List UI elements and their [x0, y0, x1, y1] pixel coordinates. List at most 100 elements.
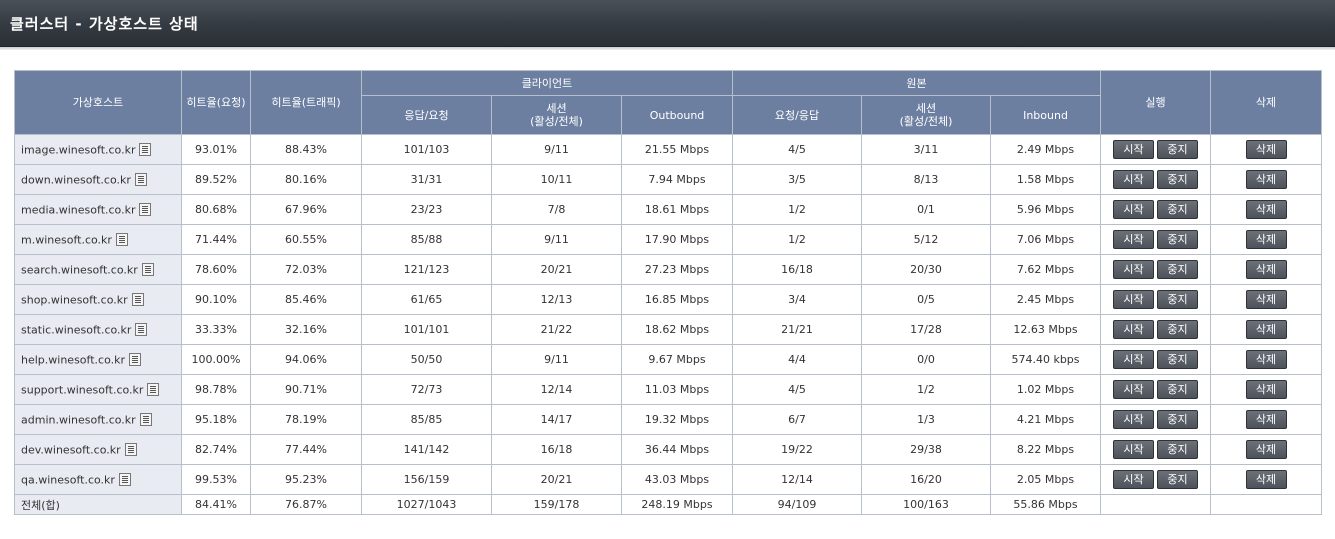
start-button[interactable]: 시작	[1113, 140, 1155, 159]
delete-button[interactable]: 삭제	[1245, 410, 1287, 429]
hit-traffic-cell: 80.16%	[250, 164, 362, 195]
list-icon[interactable]	[115, 233, 128, 247]
start-button[interactable]: 시작	[1113, 320, 1155, 339]
delete-button[interactable]: 삭제	[1245, 140, 1287, 159]
list-icon[interactable]	[141, 263, 154, 277]
hit-traffic-cell: 77.44%	[250, 434, 362, 465]
client-response-cell: 31/31	[361, 164, 492, 195]
total-client-response: 1027/1043	[361, 494, 492, 515]
start-button[interactable]: 시작	[1113, 200, 1155, 219]
delete-button[interactable]: 삭제	[1245, 440, 1287, 459]
start-button[interactable]: 시작	[1113, 230, 1155, 249]
title-divider	[0, 47, 1335, 50]
run-cell: 시작 중지	[1100, 374, 1212, 405]
inbound-cell: 2.49 Mbps	[989, 134, 1102, 165]
stop-button[interactable]: 중지	[1157, 410, 1199, 429]
hit-request-cell: 99.53%	[181, 464, 251, 495]
host-cell: static.winesoft.co.kr	[14, 314, 182, 345]
total-label: 전체(합)	[14, 494, 182, 515]
client-session-cell: 9/11	[491, 134, 622, 165]
stop-button[interactable]: 중지	[1157, 290, 1199, 309]
origin-request-cell: 4/5	[732, 134, 862, 165]
delete-button[interactable]: 삭제	[1245, 350, 1287, 369]
hit-traffic-cell: 95.23%	[250, 464, 362, 495]
total-origin-session: 100/163	[861, 494, 991, 515]
start-button[interactable]: 시작	[1113, 350, 1155, 369]
col-client-session: 세션 (활성/전체)	[491, 95, 622, 135]
start-button[interactable]: 시작	[1113, 290, 1155, 309]
list-icon[interactable]	[139, 203, 152, 217]
run-cell: 시작 중지	[1100, 224, 1212, 255]
inbound-cell: 8.22 Mbps	[989, 434, 1102, 465]
delete-button[interactable]: 삭제	[1245, 320, 1287, 339]
inbound-cell: 1.58 Mbps	[989, 164, 1102, 195]
list-icon[interactable]	[134, 173, 147, 187]
client-session-cell: 20/21	[491, 254, 622, 285]
list-icon[interactable]	[139, 143, 152, 157]
client-response-cell: 156/159	[361, 464, 492, 495]
delete-button[interactable]: 삭제	[1245, 380, 1287, 399]
hit-request-cell: 98.78%	[181, 374, 251, 405]
start-button[interactable]: 시작	[1113, 440, 1155, 459]
col-origin-session: 세션 (활성/전체)	[861, 95, 991, 135]
delete-cell: 삭제	[1210, 194, 1323, 225]
list-icon[interactable]	[139, 413, 152, 427]
inbound-cell: 574.40 kbps	[989, 344, 1102, 375]
list-icon[interactable]	[118, 473, 131, 487]
table-row: shop.winesoft.co.kr 90.10% 85.46% 61/65 12/1…	[14, 284, 1323, 315]
inbound-cell: 4.21 Mbps	[989, 404, 1102, 435]
start-button[interactable]: 시작	[1113, 170, 1155, 189]
client-session-cell: 10/11	[491, 164, 622, 195]
origin-session-cell: 8/13	[861, 164, 991, 195]
run-cell: 시작 중지	[1100, 344, 1212, 375]
delete-button[interactable]: 삭제	[1245, 200, 1287, 219]
stop-button[interactable]: 중지	[1157, 230, 1199, 249]
client-response-cell: 61/65	[361, 284, 492, 315]
hit-request-cell: 100.00%	[181, 344, 251, 375]
list-icon[interactable]	[124, 443, 137, 457]
client-response-cell: 85/88	[361, 224, 492, 255]
inbound-cell: 5.96 Mbps	[989, 194, 1102, 225]
origin-session-cell: 16/20	[861, 464, 991, 495]
delete-button[interactable]: 삭제	[1245, 230, 1287, 249]
col-client-session-sub: (활성/전체)	[530, 115, 583, 128]
stop-button[interactable]: 중지	[1157, 440, 1199, 459]
list-icon[interactable]	[131, 293, 144, 307]
total-row: 전체(합) 84.41% 76.87% 1027/1043 159/178 24…	[14, 494, 1323, 515]
origin-request-cell: 3/5	[732, 164, 862, 195]
stop-button[interactable]: 중지	[1157, 350, 1199, 369]
stop-button[interactable]: 중지	[1157, 260, 1199, 279]
delete-button[interactable]: 삭제	[1245, 470, 1287, 489]
client-response-cell: 85/85	[361, 404, 492, 435]
hit-traffic-cell: 78.19%	[250, 404, 362, 435]
host-name: search.winesoft.co.kr	[21, 263, 138, 277]
host-cell: search.winesoft.co.kr	[14, 254, 182, 285]
run-cell: 시작 중지	[1100, 284, 1212, 315]
inbound-cell: 2.45 Mbps	[989, 284, 1102, 315]
start-button[interactable]: 시작	[1113, 260, 1155, 279]
outbound-cell: 27.23 Mbps	[621, 254, 733, 285]
list-icon[interactable]	[147, 383, 160, 397]
host-name: static.winesoft.co.kr	[21, 323, 132, 337]
list-icon[interactable]	[129, 353, 141, 367]
delete-cell: 삭제	[1210, 344, 1323, 375]
list-icon[interactable]	[135, 323, 148, 337]
hit-traffic-cell: 90.71%	[250, 374, 362, 405]
stop-button[interactable]: 중지	[1157, 470, 1199, 489]
total-delete-empty	[1210, 494, 1323, 515]
stop-button[interactable]: 중지	[1157, 320, 1199, 339]
stop-button[interactable]: 중지	[1157, 200, 1199, 219]
delete-button[interactable]: 삭제	[1245, 260, 1287, 279]
run-cell: 시작 중지	[1100, 134, 1212, 165]
start-button[interactable]: 시작	[1113, 380, 1155, 399]
delete-button[interactable]: 삭제	[1245, 170, 1287, 189]
hit-traffic-cell: 67.96%	[250, 194, 362, 225]
delete-button[interactable]: 삭제	[1245, 290, 1287, 309]
stop-button[interactable]: 중지	[1157, 140, 1199, 159]
stop-button[interactable]: 중지	[1157, 170, 1199, 189]
run-cell: 시작 중지	[1100, 254, 1212, 285]
stop-button[interactable]: 중지	[1157, 380, 1199, 399]
start-button[interactable]: 시작	[1113, 470, 1155, 489]
start-button[interactable]: 시작	[1113, 410, 1155, 429]
host-name: qa.winesoft.co.kr	[21, 473, 115, 487]
